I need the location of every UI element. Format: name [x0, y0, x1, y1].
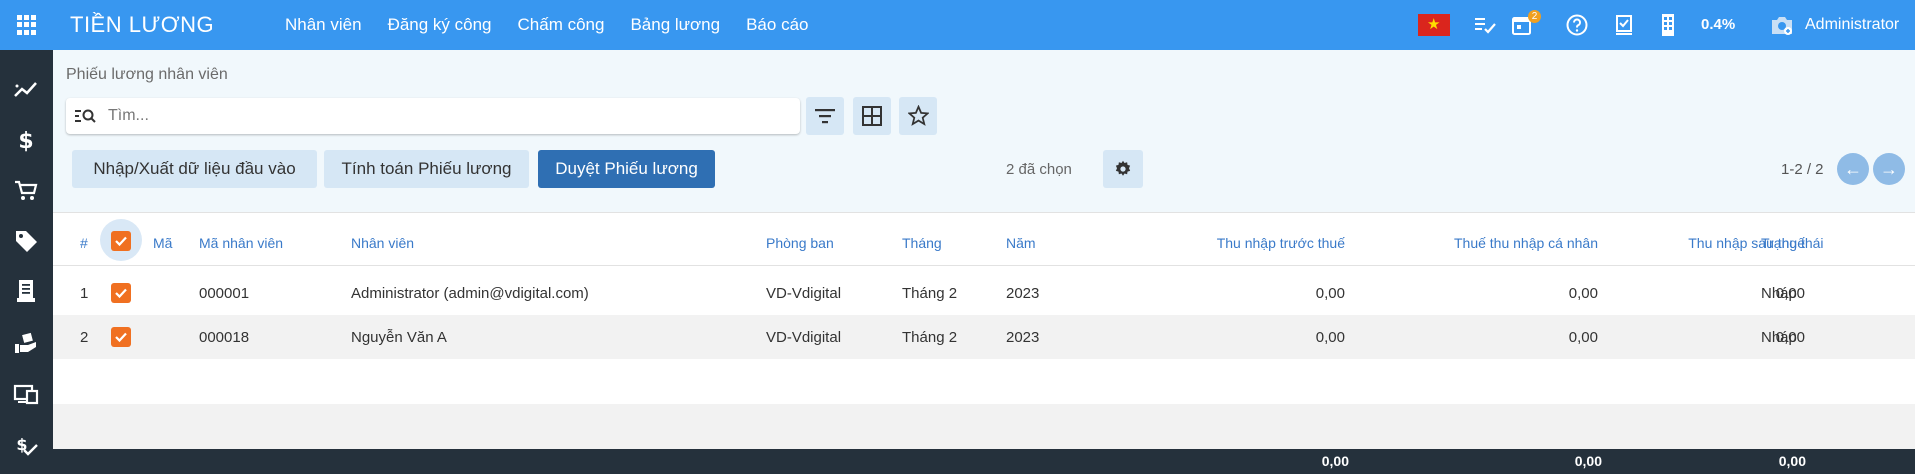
cell-employee: Administrator (admin@vdigital.com) — [351, 285, 589, 302]
row-checkbox[interactable] — [111, 283, 131, 303]
gear-icon — [1115, 160, 1131, 176]
star-icon — [908, 105, 929, 126]
table-row[interactable]: 1 000001 Administrator (admin@vdigital.c… — [53, 271, 1915, 315]
cart-icon[interactable] — [13, 178, 39, 204]
cell-employee-code: 000018 — [199, 329, 250, 346]
cell-gross-income: 0,00 — [1315, 285, 1345, 302]
approve-payslip-button[interactable]: Duyệt Phiếu lương — [538, 150, 715, 188]
col-employee-code[interactable]: Mã nhân viên — [199, 235, 283, 251]
cell-status: Nháp — [1761, 285, 1797, 302]
vietnam-flag-icon[interactable]: ★ — [1418, 14, 1450, 36]
dollar-icon[interactable]: $ — [13, 127, 39, 153]
user-menu[interactable]: Administrator — [1805, 16, 1899, 34]
checkmark-icon — [115, 288, 127, 299]
col-status[interactable]: Trạng thái — [1761, 235, 1824, 251]
cell-employee: Nguyễn Văn A — [351, 329, 447, 346]
total-gross-income: 0,00 — [1321, 453, 1349, 469]
table-footer-totals: 0,00 0,00 0,00 — [53, 449, 1915, 474]
menu-item-reports[interactable]: Báo cáo — [746, 0, 808, 50]
empty-row — [53, 404, 1915, 449]
compute-payslip-button[interactable]: Tính toán Phiếu lương — [324, 150, 529, 188]
total-net-income: 0,00 — [1778, 453, 1806, 469]
devices-icon[interactable] — [13, 381, 39, 407]
filter-button[interactable] — [806, 97, 844, 135]
arrow-right-icon: → — [1880, 159, 1898, 179]
receipt-icon[interactable] — [13, 278, 39, 304]
app-title: TIỀN LƯƠNG — [70, 12, 215, 37]
col-index: # — [80, 235, 88, 251]
filter-icon — [815, 109, 835, 124]
menu-item-attendance[interactable]: Chấm công — [518, 0, 605, 50]
cell-year: 2023 — [1006, 285, 1040, 302]
menu-item-payroll[interactable]: Bảng lương — [630, 0, 720, 50]
selected-count: 2 đã chọn — [1006, 161, 1072, 178]
import-export-button[interactable]: Nhập/Xuất dữ liệu đầu vào — [72, 150, 317, 188]
table-row[interactable]: 2 000018 Nguyễn Văn A VD-Vdigital Tháng … — [53, 315, 1915, 359]
pager-previous-button[interactable]: ← — [1837, 153, 1869, 185]
trend-icon[interactable] — [13, 76, 39, 102]
action-menu-button[interactable] — [1103, 150, 1143, 188]
help-icon[interactable] — [1564, 12, 1590, 38]
col-year[interactable]: Năm — [1006, 235, 1036, 251]
svg-text:$: $ — [18, 129, 33, 153]
arrow-left-icon: ← — [1844, 159, 1862, 179]
cell-month: Tháng 2 — [902, 329, 958, 346]
pager-next-button[interactable]: → — [1873, 153, 1905, 185]
company-building-icon[interactable] — [1655, 12, 1681, 38]
pager-value[interactable]: 1-2 / 2 — [1781, 161, 1824, 178]
search-box — [66, 98, 800, 134]
col-month[interactable]: Tháng — [902, 235, 942, 251]
col-code[interactable]: Mã — [153, 235, 172, 251]
group-by-button[interactable] — [853, 97, 891, 135]
menu-item-employees[interactable]: Nhân viên — [285, 0, 362, 50]
favorites-button[interactable] — [899, 97, 937, 135]
table-header: # Mã Mã nhân viên Nhân viên Phòng ban Th… — [53, 212, 1915, 266]
tag-icon[interactable] — [13, 228, 39, 254]
search-options-icon[interactable] — [75, 107, 97, 125]
search-input[interactable] — [106, 106, 710, 126]
col-department[interactable]: Phòng ban — [766, 235, 834, 251]
cell-department: VD-Vdigital — [766, 285, 842, 302]
col-personal-income-tax[interactable]: Thuế thu nhập cá nhân — [1353, 235, 1598, 251]
app-menu-icon[interactable] — [17, 15, 37, 35]
cell-employee-code: 000001 — [199, 285, 250, 302]
usage-percentage[interactable]: 0.4% — [1701, 16, 1735, 33]
cell-gross-income: 0,00 — [1315, 329, 1345, 346]
checklist-board-icon[interactable] — [1611, 12, 1637, 38]
cell-personal-income-tax: 0,00 — [1568, 285, 1598, 302]
row-checkbox[interactable] — [111, 327, 131, 347]
sidebar: $ $ — [0, 50, 53, 474]
select-all-checkbox[interactable] — [111, 231, 131, 251]
breadcrumb[interactable]: Phiếu lương nhân viên — [66, 66, 228, 84]
col-gross-income[interactable]: Thu nhập trước thuế — [1073, 235, 1345, 251]
grid-icon — [862, 106, 882, 126]
cell-month: Tháng 2 — [902, 285, 958, 302]
salary-check-icon[interactable]: $ — [13, 432, 39, 458]
total-personal-income-tax: 0,00 — [1574, 453, 1602, 469]
checkmark-icon — [115, 332, 127, 343]
menu-item-timesheet-register[interactable]: Đăng ký công — [388, 0, 492, 50]
cell-department: VD-Vdigital — [766, 329, 842, 346]
row-index: 2 — [80, 329, 89, 346]
col-employee[interactable]: Nhân viên — [351, 235, 414, 251]
row-index: 1 — [80, 285, 89, 302]
cell-year: 2023 — [1006, 329, 1040, 346]
top-navbar: TIỀN LƯƠNG Nhân viên Đăng ký công Chấm c… — [0, 0, 1915, 50]
task-list-icon[interactable] — [1472, 12, 1498, 38]
checkmark-icon — [115, 236, 127, 247]
hand-coins-icon[interactable] — [13, 330, 39, 356]
cell-status: Nháp — [1761, 329, 1797, 346]
cell-personal-income-tax: 0,00 — [1568, 329, 1598, 346]
activity-count-badge: 2 — [1528, 10, 1541, 23]
avatar-camera-icon[interactable] — [1769, 12, 1795, 38]
main-menu: Nhân viên Đăng ký công Chấm công Bảng lư… — [285, 0, 834, 50]
empty-row — [53, 359, 1915, 404]
